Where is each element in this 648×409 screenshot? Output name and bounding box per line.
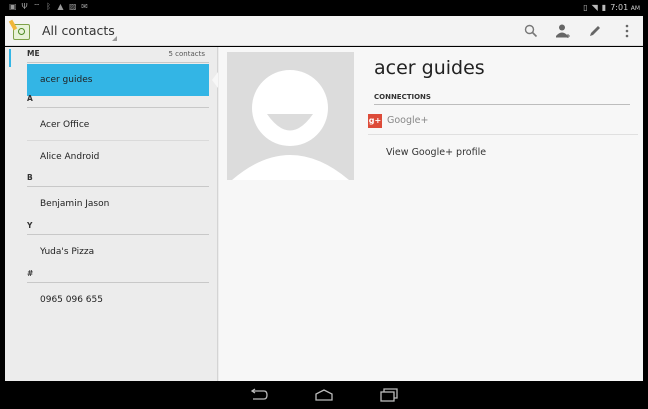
clock: 7:01 AM — [610, 3, 640, 12]
overflow-menu-icon — [625, 24, 629, 38]
section-header-me: ME 5 contacts — [27, 47, 209, 63]
navigation-bar — [5, 381, 643, 409]
back-icon — [250, 388, 268, 400]
google-plus-connection: g+ Google+ — [368, 113, 638, 135]
usb-icon: Ψ — [21, 2, 28, 11]
section-header: Y — [27, 219, 209, 235]
status-bar: ▣ Ψ ⌔ ᛒ ▲ ▨ ✉ ▯ ◥ ▮ 7:01 AM — [5, 0, 643, 16]
overflow-menu-button[interactable] — [611, 16, 643, 46]
battery-icon: ▮ — [601, 3, 607, 12]
contact-detail: acer guides CONNECTIONS g+ Google+ View … — [219, 47, 643, 381]
bluetooth-icon: ᛒ — [46, 2, 51, 11]
section-header: B — [27, 171, 209, 187]
content-area: ME 5 contacts acer guides A Acer Office … — [5, 47, 643, 381]
wifi-icon: ⌔ — [33, 2, 41, 11]
vibrate-icon: ▯ — [583, 3, 588, 12]
connections-header: CONNECTIONS — [374, 93, 630, 105]
search-icon — [524, 24, 538, 38]
device-screen: ▣ Ψ ⌔ ᛒ ▲ ▨ ✉ ▯ ◥ ▮ 7:01 AM All contacts — [5, 0, 643, 409]
contact-photo[interactable] — [227, 52, 354, 180]
mail-icon: ✉ — [81, 2, 88, 11]
google-plus-icon: g+ — [368, 114, 382, 128]
add-contact-icon — [556, 24, 570, 38]
list-item[interactable]: 0965 096 655 — [27, 284, 209, 316]
contact-name: acer guides — [374, 57, 485, 79]
google-plus-label: Google+ — [387, 115, 429, 126]
contact-list[interactable]: ME 5 contacts acer guides A Acer Office … — [5, 47, 218, 381]
list-item[interactable]: Yuda's Pizza — [27, 236, 209, 268]
add-contact-button[interactable] — [547, 16, 579, 46]
contacts-filter-spinner[interactable]: All contacts — [42, 23, 115, 38]
list-item[interactable]: Alice Android — [27, 141, 209, 173]
warning-icon: ▲ — [57, 2, 64, 11]
photo-icon: ▣ — [9, 2, 17, 11]
notification-icons: ▣ Ψ ⌔ ᛒ ▲ ▨ ✉ — [9, 3, 88, 11]
edit-icon — [590, 26, 600, 36]
action-bar: All contacts — [5, 16, 643, 46]
home-icon — [315, 389, 333, 401]
selection-notch — [212, 72, 218, 88]
image-icon: ▨ — [69, 2, 77, 11]
contacts-count: 5 contacts — [168, 50, 205, 58]
list-item[interactable]: Benjamin Jason — [27, 188, 209, 220]
recents-icon — [380, 388, 398, 402]
list-item[interactable]: Acer Office — [27, 109, 209, 141]
section-header: A — [27, 92, 209, 108]
view-google-plus-profile-link[interactable]: View Google+ profile — [386, 147, 486, 158]
contacts-app-icon[interactable] — [8, 19, 31, 42]
edit-button[interactable] — [579, 16, 611, 46]
system-icons: ▯ ◥ ▮ 7:01 AM — [583, 3, 640, 12]
home-button[interactable] — [311, 386, 337, 404]
back-button[interactable] — [246, 386, 272, 404]
search-button[interactable] — [515, 16, 547, 46]
scroll-indicator — [9, 49, 11, 67]
default-avatar-icon — [227, 52, 354, 180]
wifi-signal-icon: ◥ — [591, 3, 598, 12]
spinner-caret-icon — [112, 36, 117, 41]
recents-button[interactable] — [376, 386, 402, 404]
section-header: # — [27, 267, 209, 283]
